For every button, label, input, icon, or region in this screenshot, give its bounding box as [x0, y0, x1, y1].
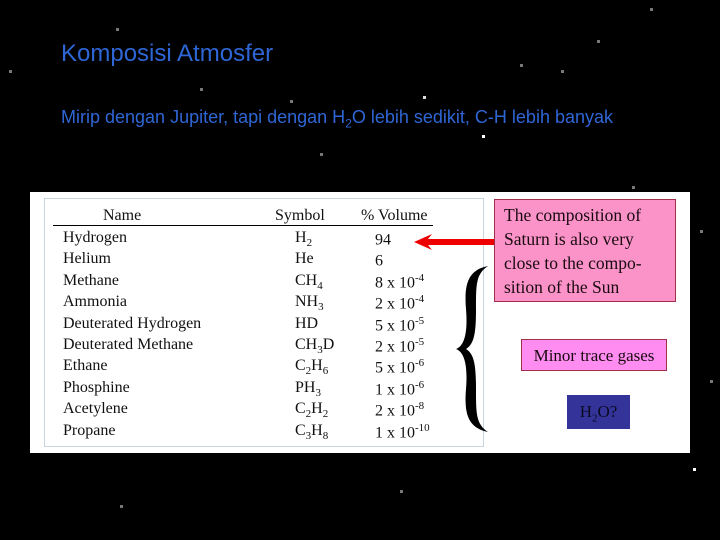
star [423, 96, 426, 99]
gas-volume: 2 x 10-4 [375, 293, 425, 313]
gas-name: Deuterated Hydrogen [63, 314, 202, 332]
slide-subtitle: Mirip dengan Jupiter, tapi dengan H2O le… [61, 107, 613, 131]
sun-composition-note: The composition of Saturn is also very c… [494, 199, 676, 302]
gas-symbol: CH4 [295, 271, 323, 292]
gas-volume: 1 x 10-6 [375, 378, 425, 399]
gas-name: Phosphine [63, 378, 130, 396]
gas-symbol: C3H8 [295, 421, 329, 442]
gas-symbol: PH3 [295, 378, 321, 399]
gas-name: Ammonia [63, 293, 127, 311]
star [650, 8, 653, 11]
star [710, 380, 713, 383]
star [693, 468, 696, 471]
table-row: Deuterated Methane CH3D 2 x 10-5 [63, 336, 463, 357]
slide-title: Komposisi Atmosfer [61, 40, 274, 67]
curly-brace-icon [456, 266, 488, 432]
table-row: Acetylene C2H2 2 x 10-8 [63, 400, 463, 421]
gas-name: Propane [63, 421, 116, 439]
figure-panel: Name Symbol % Volume Hydrogen H2 94 Helium H… [30, 192, 690, 453]
star [597, 40, 600, 43]
column-header-name: Name [103, 207, 142, 224]
table-row: Propane C3H8 1 x 10-10 [63, 422, 463, 443]
star [400, 490, 403, 493]
table-row: Hydrogen H2 94 [63, 229, 463, 250]
gas-symbol: H2 [295, 229, 313, 250]
gas-volume: 94 [375, 231, 391, 249]
gas-volume: 2 x 10-5 [375, 336, 425, 356]
table-row: Ethane C2H6 5 x 10-6 [63, 357, 463, 378]
star [200, 88, 203, 91]
column-header-volume: % Volume [361, 207, 428, 224]
star [120, 505, 123, 508]
water-question-label: H2O? [567, 395, 630, 429]
gas-symbol: C2H6 [295, 357, 329, 378]
gas-symbol: NH3 [295, 293, 324, 314]
minor-trace-gases-label: Minor trace gases [521, 339, 667, 371]
table-row: Ammonia NH3 2 x 10-4 [63, 293, 463, 314]
arrow-icon [414, 234, 496, 250]
gas-symbol: HD [295, 314, 319, 332]
gas-volume: 8 x 10-4 [375, 271, 425, 292]
column-header-symbol: Symbol [275, 207, 325, 224]
gas-name: Methane [63, 271, 119, 289]
star [482, 135, 485, 138]
gas-name: Deuterated Methane [63, 336, 194, 353]
star [700, 230, 703, 233]
gas-name: Ethane [63, 357, 108, 375]
star [116, 28, 119, 31]
gas-volume: 1 x 10-10 [375, 421, 430, 441]
gas-name: Hydrogen [63, 229, 127, 246]
star [632, 186, 635, 189]
table-row: Helium He 6 [63, 250, 463, 271]
star [320, 153, 323, 156]
gas-name: Acetylene [63, 400, 128, 418]
star [9, 70, 12, 73]
star [520, 64, 523, 67]
gas-volume: 2 x 10-8 [375, 400, 425, 420]
table-row: Deuterated Hydrogen HD 5 x 10-5 [63, 315, 463, 336]
gas-volume: 6 [375, 252, 383, 270]
gas-symbol: CH3D [295, 336, 335, 357]
table-header: Name Symbol % Volume [53, 207, 433, 226]
star [561, 70, 564, 73]
gas-volume: 5 x 10-5 [375, 314, 425, 334]
gas-name: Helium [63, 250, 111, 268]
gas-volume: 5 x 10-6 [375, 357, 425, 377]
gas-symbol: C2H2 [295, 400, 329, 421]
table-row: Methane CH4 8 x 10-4 [63, 272, 463, 293]
gas-symbol: He [295, 250, 314, 268]
star [290, 100, 293, 103]
table-row: Phosphine PH3 1 x 10-6 [63, 379, 463, 400]
